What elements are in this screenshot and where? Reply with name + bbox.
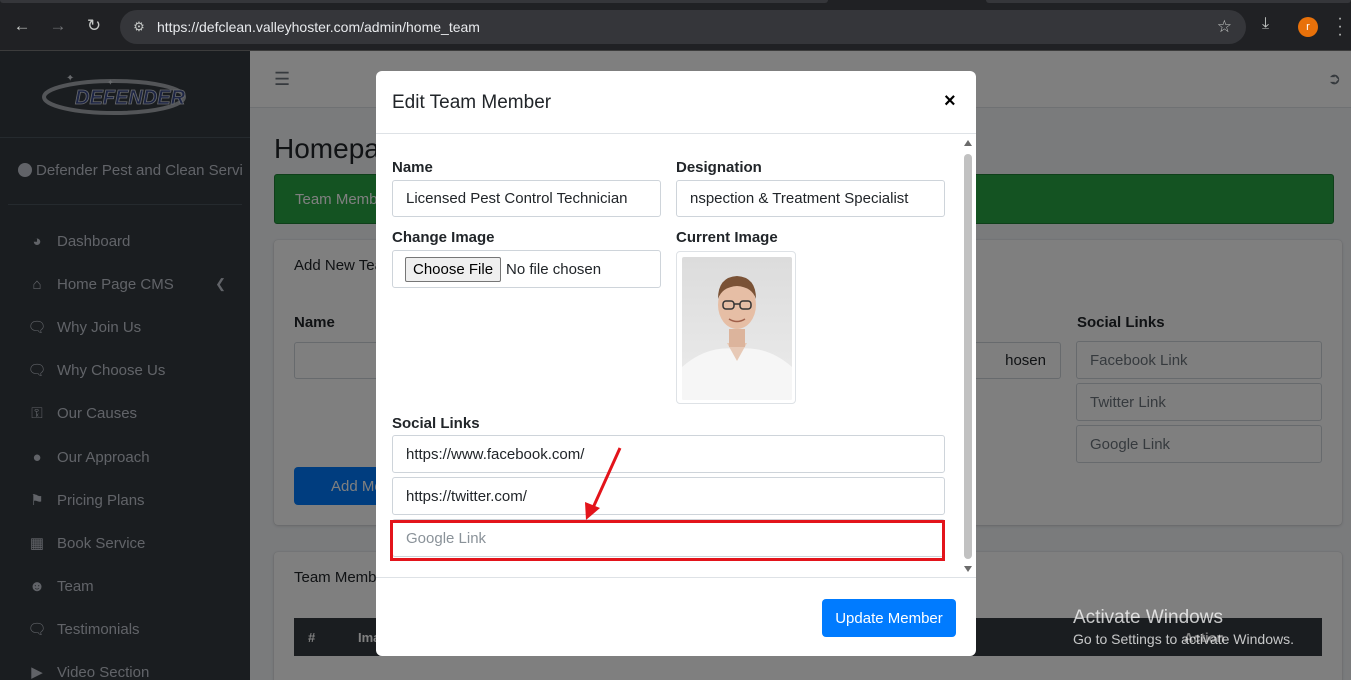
- watermark-subtitle: Go to Settings to activate Windows.: [1073, 631, 1294, 647]
- tab-strip-right: [986, 0, 1351, 3]
- activate-windows-watermark: Activate Windows Go to Settings to activ…: [1073, 607, 1294, 647]
- scroll-down-arrow-icon[interactable]: [964, 566, 972, 572]
- portrait-illustration: [682, 276, 792, 400]
- reload-icon[interactable]: ↻: [83, 15, 105, 37]
- image-file-input[interactable]: Choose File No file chosen: [392, 250, 661, 288]
- forward-arrow-icon[interactable]: →: [47, 15, 69, 37]
- scroll-thumb[interactable]: [964, 154, 972, 559]
- annotation-arrow-icon: [585, 447, 622, 520]
- name-input[interactable]: Licensed Pest Control Technician: [392, 180, 661, 217]
- profile-avatar[interactable]: r: [1298, 17, 1318, 37]
- scroll-up-arrow-icon[interactable]: [964, 140, 972, 146]
- modal-scrollbar[interactable]: [961, 137, 974, 577]
- browser-toolbar: ← → ↻ ⚙ https://defclean.valleyhoster.co…: [0, 0, 1351, 51]
- team-member-photo: [682, 257, 792, 400]
- tab-strip: [0, 0, 828, 3]
- designation-label: Designation: [676, 159, 762, 176]
- site-info-icon[interactable]: ⚙: [130, 18, 148, 36]
- edit-team-member-modal: Edit Team Member × Name Licensed Pest Co…: [376, 71, 976, 656]
- twitter-link-input[interactable]: https://twitter.com/: [392, 477, 945, 515]
- social-links-label: Social Links: [392, 415, 480, 432]
- modal-title: Edit Team Member: [392, 92, 552, 113]
- current-image-label: Current Image: [676, 229, 778, 246]
- name-label: Name: [392, 159, 433, 176]
- url-text: https://defclean.valleyhoster.com/admin/…: [157, 19, 480, 35]
- no-file-text: No file chosen: [506, 260, 602, 278]
- browser-menu-icon[interactable]: · · ·: [1336, 11, 1344, 43]
- modal-header: Edit Team Member ×: [376, 71, 976, 134]
- current-image-thumbnail: [676, 251, 796, 404]
- facebook-link-input[interactable]: https://www.facebook.com/: [392, 435, 945, 473]
- back-arrow-icon[interactable]: ←: [11, 15, 33, 37]
- bookmark-star-icon[interactable]: ☆: [1217, 17, 1232, 37]
- watermark-title: Activate Windows: [1073, 607, 1223, 628]
- modal-footer: Update Member: [376, 577, 976, 656]
- annotation-highlight-box: [390, 520, 945, 561]
- choose-file-button[interactable]: Choose File: [405, 256, 502, 282]
- designation-input[interactable]: nspection & Treatment Specialist: [676, 180, 945, 217]
- update-member-button[interactable]: Update Member: [822, 599, 956, 637]
- modal-body: Name Licensed Pest Control Technician De…: [376, 135, 976, 577]
- download-icon[interactable]: ⤓: [1262, 15, 1269, 33]
- close-icon[interactable]: ×: [944, 90, 956, 113]
- change-image-label: Change Image: [392, 229, 495, 246]
- address-bar[interactable]: ⚙ https://defclean.valleyhoster.com/admi…: [120, 10, 1246, 44]
